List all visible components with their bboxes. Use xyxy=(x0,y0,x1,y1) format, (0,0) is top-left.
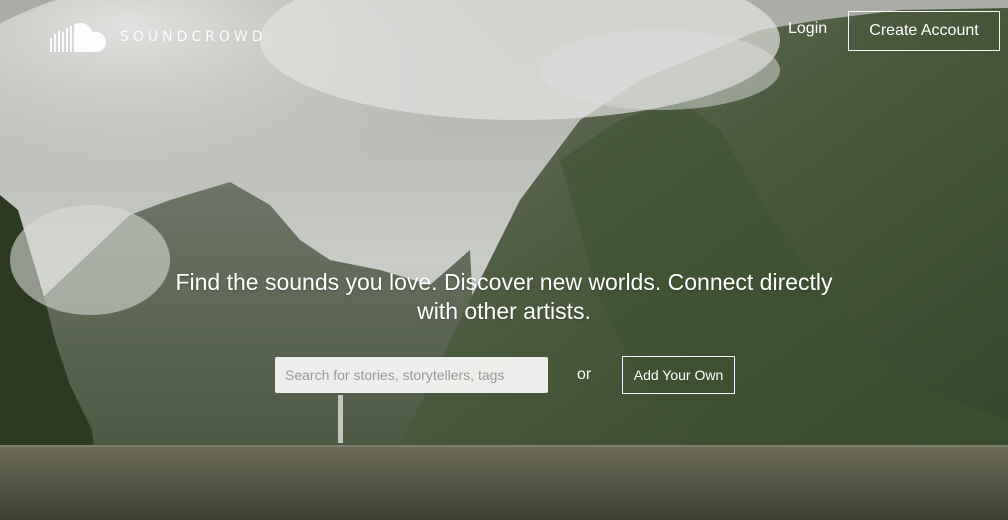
landscape-photo xyxy=(0,0,1008,520)
add-your-own-button[interactable]: Add Your Own xyxy=(622,356,735,394)
search-input[interactable] xyxy=(275,357,548,393)
create-account-button[interactable]: Create Account xyxy=(848,11,1000,51)
hero-headline: Find the sounds you love. Discover new w… xyxy=(175,269,833,324)
hero-background xyxy=(0,0,1008,520)
brand-logo[interactable]: SOUNDCROWD xyxy=(50,22,267,52)
cloud-waveform-icon xyxy=(50,23,106,52)
login-link[interactable]: Login xyxy=(788,20,827,38)
or-separator: or xyxy=(577,366,592,383)
brand-name: SOUNDCROWD xyxy=(120,29,267,45)
top-navigation: SOUNDCROWD Login Create Account xyxy=(0,0,1008,60)
